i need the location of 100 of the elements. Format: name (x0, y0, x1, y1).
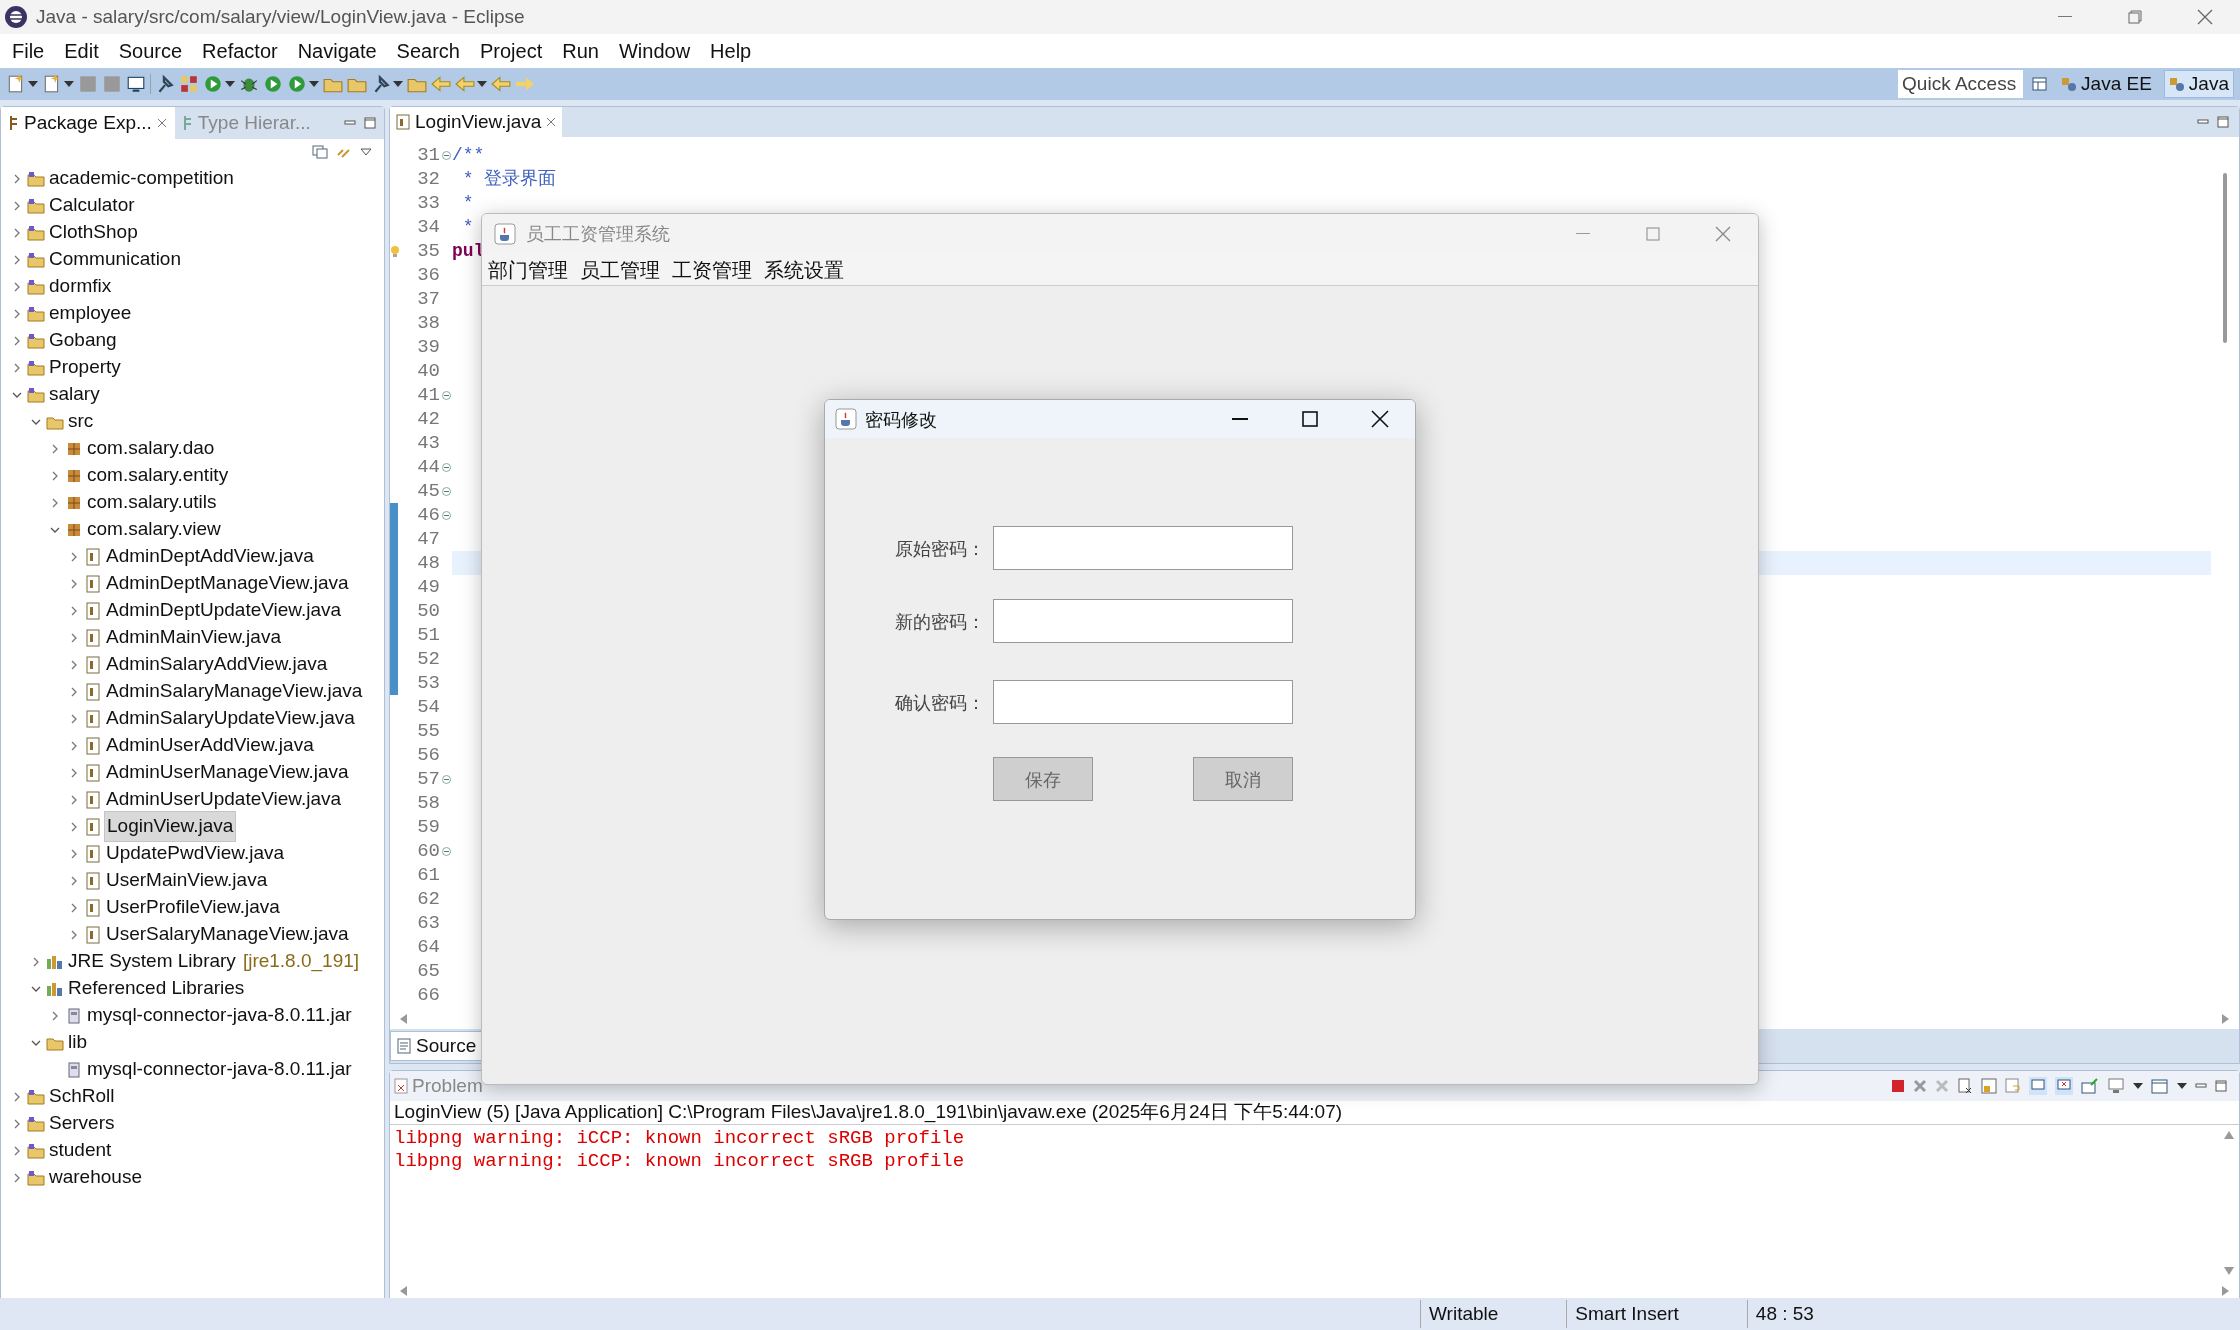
password-field[interactable] (993, 680, 1293, 724)
tree-item[interactable]: lib (66, 1028, 89, 1057)
collapsed-chevron-icon[interactable] (69, 902, 79, 913)
tree-item[interactable]: salary (47, 380, 102, 409)
scroll-left-icon[interactable] (400, 1014, 408, 1024)
scroll-down-icon[interactable] (2224, 1267, 2234, 1275)
collapsed-chevron-icon[interactable] (69, 686, 79, 697)
collapsed-chevron-icon[interactable] (69, 767, 79, 778)
editor-tab[interactable]: LoginView.java (390, 107, 563, 137)
collapsed-chevron-icon[interactable] (69, 551, 79, 562)
scroll-right-icon[interactable] (2221, 1286, 2229, 1296)
scroll-right-icon[interactable] (2221, 1014, 2229, 1024)
fold-icon[interactable] (441, 462, 451, 472)
tree-item[interactable]: Communication (47, 245, 183, 274)
tree-item[interactable]: AdminDeptManageView.java (104, 569, 351, 598)
grid-icon[interactable] (179, 74, 199, 94)
vertical-scrollbar[interactable] (2223, 173, 2227, 343)
monitor-icon[interactable] (126, 74, 146, 94)
tree-item[interactable]: warehouse (47, 1163, 144, 1192)
menu-item[interactable]: Source (108, 36, 193, 66)
remove-icon[interactable] (1913, 1079, 1927, 1093)
scroll-lock-icon[interactable] (1981, 1078, 1997, 1094)
menu-item[interactable]: File (2, 36, 55, 66)
menu-item[interactable]: Navigate (287, 36, 387, 66)
tree-item[interactable]: UpdatePwdView.java (104, 839, 287, 868)
password-field[interactable] (993, 599, 1293, 643)
tree-item[interactable]: Gobang (47, 326, 119, 355)
tree-item[interactable]: AdminSalaryAddView.java (104, 650, 330, 679)
dropdown-caret-icon[interactable] (393, 81, 403, 87)
fold-icon[interactable] (441, 774, 451, 784)
tree-item[interactable]: AdminDeptUpdateView.java (104, 596, 344, 625)
dropdown-caret-icon[interactable] (477, 81, 487, 87)
collapsed-chevron-icon[interactable] (12, 173, 22, 184)
collapsed-chevron-icon[interactable] (50, 443, 60, 454)
dropdown-caret-icon[interactable] (309, 81, 319, 87)
tree-item[interactable]: Calculator (47, 191, 137, 220)
collapsed-chevron-icon[interactable] (12, 335, 22, 346)
tree-item[interactable]: AdminMainView.java (104, 623, 283, 652)
tree-item[interactable]: LoginView.java (104, 811, 237, 842)
tree-item[interactable]: student (47, 1136, 114, 1165)
menu-item[interactable]: 部门管理 (488, 254, 568, 285)
tree-item[interactable]: ClothShop (47, 218, 140, 247)
collapsed-chevron-icon[interactable] (50, 1010, 60, 1021)
tree-item[interactable]: AdminSalaryManageView.java (104, 677, 365, 706)
tree-item[interactable]: com.salary.dao (85, 434, 217, 463)
maximize-icon[interactable] (2217, 116, 2229, 128)
maximize-icon[interactable] (364, 117, 376, 129)
dropdown-caret-icon[interactable] (64, 81, 74, 87)
tree-item[interactable]: mysql-connector-java-8.0.11.jar (85, 1055, 354, 1084)
password-field[interactable] (993, 526, 1293, 570)
collapsed-chevron-icon[interactable] (69, 632, 79, 643)
tree-item[interactable]: com.salary.view (85, 515, 223, 544)
collapsed-chevron-icon[interactable] (69, 578, 79, 589)
perspective-button[interactable]: Java (2163, 70, 2234, 98)
clear-console-icon[interactable] (1957, 1078, 1973, 1094)
collapsed-chevron-icon[interactable] (31, 956, 41, 967)
collapsed-chevron-icon[interactable] (12, 308, 22, 319)
collapsed-chevron-icon[interactable] (50, 497, 60, 508)
tree-item[interactable]: UserMainView.java (104, 866, 270, 895)
tree-item[interactable]: Servers (47, 1109, 117, 1138)
console-output-icon[interactable] (2029, 1077, 2047, 1095)
dialog-button[interactable]: 取消 (1193, 757, 1293, 801)
tree-item[interactable]: AdminSalaryUpdateView.java (104, 704, 357, 733)
menu-item[interactable]: Edit (54, 36, 109, 66)
menu-item[interactable]: Window (608, 36, 701, 66)
menu-item[interactable]: Refactor (192, 36, 288, 66)
close-icon[interactable] (546, 117, 557, 127)
dropdown-caret-icon[interactable] (2133, 1083, 2143, 1089)
run-icon[interactable] (287, 74, 307, 94)
console-error-icon[interactable] (2055, 1077, 2073, 1095)
menu-item[interactable]: 系统设置 (764, 254, 844, 285)
close-icon[interactable] (156, 118, 167, 128)
minimize-icon[interactable] (2197, 117, 2209, 127)
collapsed-chevron-icon[interactable] (12, 200, 22, 211)
fold-icon[interactable] (441, 150, 451, 160)
menu-item[interactable]: Run (552, 36, 609, 66)
collapsed-chevron-icon[interactable] (12, 227, 22, 238)
fold-icon[interactable] (441, 510, 451, 520)
source-tab[interactable]: Source (390, 1031, 484, 1061)
dropdown-caret-icon[interactable] (2177, 1083, 2187, 1089)
view-menu-icon[interactable] (360, 148, 372, 156)
tree-item[interactable]: AdminUserUpdateView.java (104, 785, 344, 814)
menu-item[interactable]: 员工管理 (580, 254, 660, 285)
collapsed-chevron-icon[interactable] (12, 362, 22, 373)
collapsed-chevron-icon[interactable] (69, 740, 79, 751)
tree-item[interactable]: Property (47, 353, 123, 382)
tree-item[interactable]: mysql-connector-java-8.0.11.jar (85, 1001, 354, 1030)
tree-item[interactable]: AdminUserManageView.java (104, 758, 351, 787)
collapsed-chevron-icon[interactable] (69, 605, 79, 616)
panel-tab[interactable]: Package Exp... (1, 107, 175, 139)
collapsed-chevron-icon[interactable] (12, 281, 22, 292)
collapsed-chevron-icon[interactable] (69, 848, 79, 859)
tree-item[interactable]: AdminUserAddView.java (104, 731, 316, 760)
run-icon[interactable] (203, 74, 223, 94)
minimize-icon[interactable] (2195, 1081, 2207, 1091)
collapse-all-icon[interactable] (312, 145, 328, 159)
tree-item[interactable]: com.salary.utils (85, 488, 219, 517)
run-icon[interactable] (263, 74, 283, 94)
dialog-button[interactable]: 保存 (993, 757, 1093, 801)
tree-item[interactable]: dormfix (47, 272, 114, 301)
